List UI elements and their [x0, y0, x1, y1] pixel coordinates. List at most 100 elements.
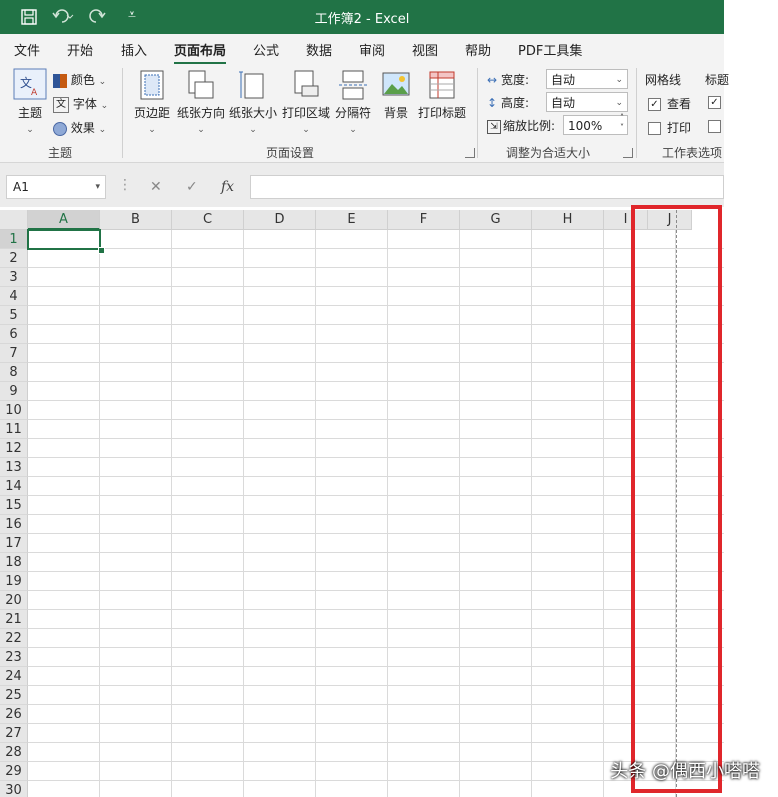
name-box-value: A1 [13, 180, 29, 194]
select-all-button[interactable] [0, 210, 28, 230]
chevron-down-icon: ⌄ [98, 125, 107, 135]
background-button[interactable]: 背景 [378, 70, 414, 121]
tab-file[interactable]: 文件 [14, 40, 40, 59]
height-label: 高度: [501, 96, 530, 110]
name-box[interactable]: A1 ▾ [6, 175, 106, 199]
margins-button[interactable]: 页边距 ⌄ [130, 70, 174, 135]
size-button[interactable]: 纸张大小 ⌄ [228, 70, 278, 135]
column-header-g[interactable]: G [460, 210, 532, 230]
row-header-19[interactable]: 19 [0, 572, 28, 591]
row-header-15[interactable]: 15 [0, 496, 28, 515]
active-cell[interactable] [27, 229, 101, 250]
row-header-8[interactable]: 8 [0, 363, 28, 382]
column-header-j[interactable]: J [648, 210, 692, 230]
row-header-12[interactable]: 12 [0, 439, 28, 458]
scale-label: 缩放比例: [503, 119, 556, 133]
tab-formulas[interactable]: 公式 [253, 40, 279, 59]
row-header-25[interactable]: 25 [0, 686, 28, 705]
column-header-c[interactable]: C [172, 210, 244, 230]
row-header-9[interactable]: 9 [0, 382, 28, 401]
column-header-i[interactable]: I [604, 210, 648, 230]
enter-icon[interactable]: ✓ [186, 179, 198, 195]
check-icon: ✓ [648, 98, 661, 111]
breaks-button[interactable]: 分隔符 ⌄ [333, 70, 373, 135]
column-header-b[interactable]: B [100, 210, 172, 230]
print-titles-button[interactable]: 打印标题 [416, 70, 468, 121]
row-header-10[interactable]: 10 [0, 401, 28, 420]
themes-button[interactable]: 文A 主题 ⌄ [12, 68, 48, 135]
margins-icon [140, 70, 164, 100]
scale-icon: ⇲ [487, 119, 501, 134]
row-header-26[interactable]: 26 [0, 705, 28, 724]
row-header-7[interactable]: 7 [0, 344, 28, 363]
headings-view-checkbox[interactable]: ✓ [708, 95, 727, 109]
formula-input[interactable] [250, 175, 724, 199]
tab-pdf-tools[interactable]: PDF工具集 [518, 40, 582, 59]
cell-area[interactable] [28, 230, 724, 797]
tab-data[interactable]: 数据 [306, 40, 332, 59]
row-header-1[interactable]: 1 [0, 230, 28, 249]
ribbon-tabs: 文件 开始 插入 页面布局 公式 数据 审阅 视图 帮助 PDF工具集 [0, 34, 724, 65]
colors-button[interactable]: 颜色 ⌄ [53, 71, 106, 88]
title-bar: ⩡ 工作簿2 - Excel [0, 0, 724, 34]
tab-page-layout[interactable]: 页面布局 [174, 40, 227, 65]
row-header-5[interactable]: 5 [0, 306, 28, 325]
effects-icon [53, 121, 67, 136]
headings-print-checkbox[interactable] [708, 119, 727, 133]
print-area-button[interactable]: 打印区域 ⌄ [281, 70, 331, 135]
row-header-27[interactable]: 27 [0, 724, 28, 743]
watermark: 头条 @偶西小嗒嗒 [610, 761, 760, 782]
scale-spinner[interactable]: 100% ˄ ˅ [563, 113, 628, 135]
chevron-down-icon: ⌄ [615, 75, 623, 85]
print-titles-label: 打印标题 [417, 106, 466, 120]
orientation-button[interactable]: 纸张方向 ⌄ [176, 70, 226, 135]
background-label: 背景 [383, 106, 408, 120]
sheet-options-group-label: 工作表选项 [662, 146, 723, 160]
cancel-icon[interactable]: ✕ [150, 179, 162, 195]
tab-review[interactable]: 审阅 [359, 40, 385, 59]
column-header-d[interactable]: D [244, 210, 316, 230]
width-select[interactable]: 自动 ⌄ [546, 69, 628, 89]
scale-launcher-icon[interactable] [623, 148, 633, 158]
height-select[interactable]: 自动 ⌄ [546, 92, 628, 112]
row-header-23[interactable]: 23 [0, 648, 28, 667]
column-header-a[interactable]: A [28, 210, 100, 230]
column-header-f[interactable]: F [388, 210, 460, 230]
fonts-button[interactable]: 文 字体 ⌄ [53, 95, 108, 113]
group-divider [122, 68, 123, 158]
column-header-e[interactable]: E [316, 210, 388, 230]
insert-function-icon[interactable]: fx [221, 179, 234, 195]
tab-view[interactable]: 视图 [412, 40, 438, 59]
row-header-29[interactable]: 29 [0, 762, 28, 781]
row-header-18[interactable]: 18 [0, 553, 28, 572]
column-header-h[interactable]: H [532, 210, 604, 230]
gridlines-print-checkbox[interactable]: 打印 [648, 119, 691, 136]
themes-group-label: 主题 [48, 146, 73, 160]
tab-help[interactable]: 帮助 [465, 40, 491, 59]
chevron-down-icon: ⌄ [100, 101, 109, 111]
row-header-21[interactable]: 21 [0, 610, 28, 629]
page-setup-launcher-icon[interactable] [465, 148, 475, 158]
page-setup-group-label: 页面设置 [266, 146, 315, 160]
row-header-30[interactable]: 30 [0, 781, 28, 797]
row-header-17[interactable]: 17 [0, 534, 28, 553]
gridlines-view-checkbox[interactable]: ✓ 查看 [648, 95, 691, 112]
row-header-16[interactable]: 16 [0, 515, 28, 534]
row-header-22[interactable]: 22 [0, 629, 28, 648]
row-header-28[interactable]: 28 [0, 743, 28, 762]
background-image-icon [382, 72, 410, 96]
fill-handle[interactable] [98, 247, 105, 254]
tab-home[interactable]: 开始 [67, 40, 93, 59]
row-header-2[interactable]: 2 [0, 249, 28, 268]
row-header-3[interactable]: 3 [0, 268, 28, 287]
row-header-11[interactable]: 11 [0, 420, 28, 439]
tab-insert[interactable]: 插入 [121, 40, 147, 59]
row-header-20[interactable]: 20 [0, 591, 28, 610]
effects-button[interactable]: 效果 ⌄ [53, 119, 106, 136]
scale-value: 100% [568, 119, 603, 133]
row-header-24[interactable]: 24 [0, 667, 28, 686]
row-header-6[interactable]: 6 [0, 325, 28, 344]
row-header-13[interactable]: 13 [0, 458, 28, 477]
row-header-4[interactable]: 4 [0, 287, 28, 306]
row-header-14[interactable]: 14 [0, 477, 28, 496]
